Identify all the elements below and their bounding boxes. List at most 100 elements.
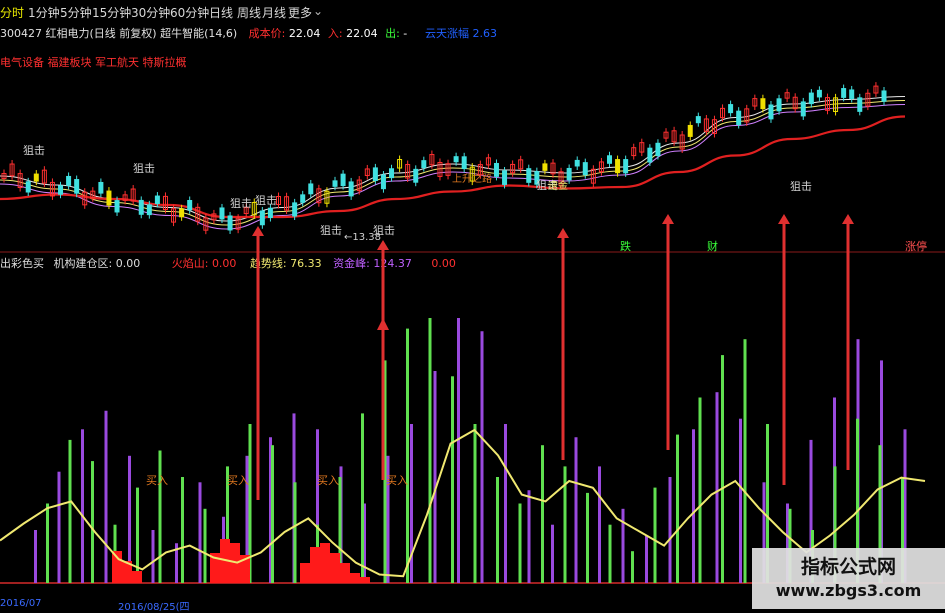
buy-label-3: 买入 — [317, 474, 339, 487]
candle-body — [106, 190, 112, 206]
purple-bar — [645, 535, 648, 583]
purple-bar — [57, 471, 61, 583]
green-bar — [721, 355, 724, 583]
red-bar — [340, 563, 350, 583]
green-bar — [91, 461, 94, 583]
candle-body — [219, 207, 225, 220]
site-watermark: 指标公式网 www.zbgs3.com — [752, 548, 945, 609]
purple-bar — [457, 318, 460, 583]
green-bar — [698, 397, 702, 583]
purple-bar — [598, 466, 601, 583]
green-bar — [271, 445, 274, 583]
candle-body — [857, 97, 863, 112]
red-bar — [310, 547, 320, 583]
candle-body — [372, 167, 378, 182]
ju-label-4: 狙击 — [255, 194, 277, 207]
candle-body — [615, 159, 621, 174]
candle-body — [655, 142, 661, 157]
candle-body — [413, 168, 419, 183]
candle-body — [146, 204, 152, 216]
buy-label-4: 买入 — [386, 474, 408, 487]
candle-body — [340, 173, 346, 187]
candle-body — [623, 159, 629, 174]
green-bar — [631, 551, 634, 583]
green-bar — [586, 492, 589, 583]
buy-label-2: 买入 — [227, 474, 249, 487]
candle-body — [542, 163, 548, 171]
ju-label-3: 狙击 — [230, 197, 252, 210]
candle-body — [179, 208, 185, 218]
candle-body — [493, 162, 499, 177]
signal-arrow-head — [778, 214, 790, 224]
green-bar — [203, 508, 207, 583]
candle-body — [66, 175, 72, 186]
purple-bar — [151, 530, 155, 583]
candle-body — [849, 89, 855, 99]
stock-chart — [0, 82, 945, 584]
candle-body — [267, 207, 273, 219]
candle-body — [647, 147, 653, 163]
purple-bar — [574, 437, 578, 583]
candle-body — [574, 159, 580, 167]
die-label: 跌 — [620, 240, 631, 253]
watermark-title: 指标公式网 — [800, 556, 896, 578]
purple-bar — [692, 429, 695, 583]
candle-body — [502, 170, 508, 185]
signal-arrow-head — [842, 214, 854, 224]
red-bar — [360, 577, 370, 583]
candle-body — [187, 200, 193, 211]
signal-arrows — [252, 214, 854, 500]
green-bar — [181, 477, 184, 583]
green-bar — [676, 434, 679, 583]
purple-bar — [551, 524, 554, 583]
candle-body — [607, 155, 613, 164]
green-bar — [518, 503, 522, 583]
candle-body — [687, 124, 693, 137]
candle-body — [114, 200, 120, 213]
candle-body — [33, 173, 39, 182]
candle-body — [98, 181, 104, 194]
candle-body — [308, 183, 314, 195]
candle-body — [138, 199, 144, 215]
candle-body — [453, 156, 459, 163]
candle-body — [300, 194, 306, 203]
low-price-label: ←13.38 — [344, 232, 382, 243]
candle-body — [74, 179, 80, 194]
green-bar — [496, 477, 499, 583]
candle-body — [332, 180, 338, 187]
green-bar — [451, 376, 454, 583]
signal-arrow-head — [557, 228, 569, 238]
candle-body — [800, 101, 806, 117]
green-bar — [361, 413, 364, 583]
signal-arrow-head — [662, 214, 674, 224]
ju-label-5: 狙击 — [320, 224, 342, 237]
candle-body — [736, 110, 742, 126]
green-bar — [293, 482, 297, 583]
candle-body — [292, 202, 298, 217]
green-bar — [428, 318, 432, 583]
red-bar — [320, 543, 330, 583]
candle-body — [816, 89, 822, 98]
green-bar — [473, 424, 477, 583]
green-bar — [541, 445, 544, 583]
candle-body — [380, 174, 386, 190]
green-bar — [743, 339, 747, 583]
watermark-url: www.zbgs3.com — [775, 581, 922, 600]
red-bar — [112, 551, 122, 583]
candle-body — [154, 195, 160, 205]
candle-body — [768, 104, 774, 120]
candle-body — [389, 168, 395, 179]
candle-body — [259, 210, 265, 226]
green-bar — [68, 439, 72, 583]
purple-bar — [81, 429, 84, 583]
ju-label-2: 狙击 — [133, 162, 155, 175]
purple-bar — [621, 508, 625, 583]
date-mid: 2016/08/25(四 — [118, 602, 190, 613]
candle-body — [695, 116, 701, 124]
candle-body — [348, 181, 354, 197]
ju-label-1: 狙击 — [23, 144, 45, 157]
purple-bar — [527, 490, 531, 583]
candle-body — [808, 92, 814, 105]
purple-bar — [668, 477, 672, 583]
candle-body — [421, 160, 427, 169]
